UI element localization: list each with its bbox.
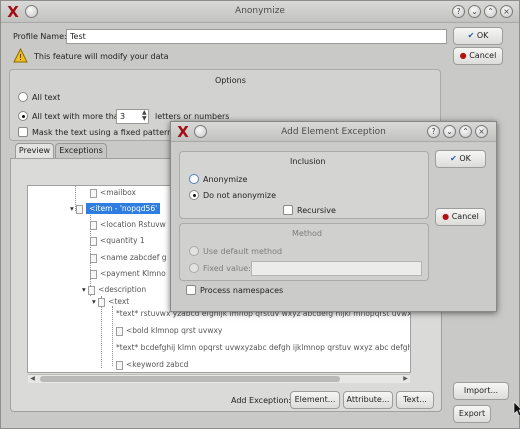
- tree-row[interactable]: <payment Klmno: [90, 265, 166, 282]
- anonymize-label: Anonymize: [203, 175, 248, 184]
- maximize-icon[interactable]: ⌃: [484, 5, 497, 18]
- recursive-label: Recursive: [297, 206, 336, 215]
- tree-row-label: <bold klmnop qrst uvwxy: [126, 326, 223, 335]
- more-than-label: All text with more than: [32, 112, 124, 121]
- tree-guide: [112, 306, 113, 366]
- tree-row[interactable]: <quantity 1: [90, 232, 145, 249]
- dialog-title-bar[interactable]: X Add Element Exception ? ⌄ ⌃ ×: [171, 122, 496, 142]
- tree-row[interactable]: <keyword zabcd: [116, 356, 189, 372]
- export-button[interactable]: Export: [453, 405, 491, 423]
- all-text-label: All text: [32, 93, 61, 102]
- tab-preview[interactable]: Preview: [15, 143, 54, 159]
- tree-row-label: <mailbox: [100, 188, 136, 197]
- help-icon[interactable]: ?: [452, 5, 465, 18]
- fixed-value-radio[interactable]: [189, 263, 199, 273]
- process-namespaces-checkbox[interactable]: [186, 285, 196, 295]
- letters-label: letters or numbers: [155, 112, 230, 121]
- text-button[interactable]: Text...: [396, 391, 434, 409]
- all-text-radio[interactable]: [18, 92, 28, 102]
- scroll-left-icon[interactable]: ◀: [28, 375, 37, 383]
- inclusion-title: Inclusion: [290, 157, 326, 166]
- cancel-label: Cancel: [469, 51, 497, 60]
- use-default-label: Use default method: [203, 247, 283, 256]
- node-icon: [76, 204, 84, 214]
- minimize-icon[interactable]: ⌄: [468, 5, 481, 18]
- tree-row[interactable]: <mailbox: [90, 186, 136, 201]
- spin-arrows-icon[interactable]: ▲ ▼: [142, 110, 147, 122]
- node-icon: [98, 297, 106, 307]
- node-icon: [90, 188, 97, 198]
- profile-name-input[interactable]: Test: [66, 29, 447, 44]
- minimize-icon[interactable]: ⌄: [443, 125, 456, 138]
- tree-row-label: <name zabcdef g: [100, 253, 167, 262]
- tab-preview-label: Preview: [18, 146, 51, 155]
- svg-text:!: !: [19, 53, 22, 62]
- tab-exceptions[interactable]: Exceptions: [55, 143, 107, 158]
- tree-row[interactable]: *text* bcdefghij klmn opqrst uvwxyzabc d…: [116, 339, 411, 356]
- mask-label: Mask the text using a fixed pattern: [32, 128, 173, 137]
- attribute-button[interactable]: Attribute...: [343, 391, 393, 409]
- mouse-cursor-icon: [513, 401, 520, 417]
- dialog-ok-label: OK: [459, 154, 471, 163]
- title-bar[interactable]: X Anonymize ? ⌄ ⌃ ×: [1, 1, 519, 23]
- cancel-button[interactable]: ● Cancel: [453, 47, 503, 65]
- dialog-ok-button[interactable]: ✔ OK: [435, 150, 486, 168]
- profile-name-label: Profile Name:: [13, 32, 67, 41]
- tree-row[interactable]: <location Rstuvw: [90, 216, 166, 233]
- ok-button[interactable]: ✔ OK: [453, 27, 503, 45]
- import-button[interactable]: Import...: [453, 382, 509, 400]
- tree-row-selected[interactable]: ▾ <item - 'nopqd56': [70, 200, 161, 217]
- do-not-anonymize-radio[interactable]: [189, 190, 199, 200]
- element-button[interactable]: Element...: [290, 391, 340, 409]
- tab-exceptions-label: Exceptions: [59, 146, 103, 155]
- more-than-radio[interactable]: [18, 111, 28, 121]
- add-exception-label: Add Exception:: [231, 396, 292, 405]
- options-title: Options: [215, 76, 246, 85]
- node-icon: [90, 220, 97, 230]
- tree-row[interactable]: <bold klmnop qrst uvwxy: [116, 322, 222, 339]
- add-element-exception-dialog: X Add Element Exception ? ⌄ ⌃ × Inclusio…: [170, 121, 497, 312]
- node-icon: [90, 253, 97, 263]
- horizontal-scrollbar[interactable]: ◀ ▶: [28, 374, 410, 383]
- dialog-cancel-label: Cancel: [451, 212, 479, 221]
- mask-checkbox[interactable]: [18, 127, 28, 137]
- node-icon: [116, 360, 123, 370]
- ok-label: OK: [476, 31, 489, 40]
- do-not-anonymize-label: Do not anonymize: [203, 191, 277, 200]
- use-default-radio[interactable]: [189, 246, 199, 256]
- node-icon: [116, 326, 123, 336]
- recursive-checkbox[interactable]: [283, 205, 293, 215]
- warning-icon: !: [13, 47, 28, 63]
- scroll-right-icon[interactable]: ▶: [401, 375, 410, 383]
- fixed-value-input[interactable]: [251, 261, 422, 276]
- fixed-value-label: Fixed value:: [203, 264, 251, 273]
- method-title: Method: [292, 229, 323, 238]
- dialog-cancel-button[interactable]: ● Cancel: [435, 208, 486, 226]
- window-title: Anonymize: [235, 6, 285, 16]
- scrollbar-thumb[interactable]: [40, 376, 340, 382]
- warning-text: This feature will modify your data: [34, 52, 169, 61]
- tree-row-label: <item - 'nopqd56': [86, 203, 161, 214]
- tree-row[interactable]: <name zabcdef g: [90, 249, 167, 266]
- maximize-icon[interactable]: ⌃: [459, 125, 472, 138]
- tree-row-label: <quantity 1: [100, 236, 145, 245]
- help-icon[interactable]: ?: [427, 125, 440, 138]
- node-icon: [90, 269, 97, 279]
- tree-row-label: <payment Klmno: [100, 269, 166, 278]
- close-icon[interactable]: ×: [500, 5, 513, 18]
- process-namespaces-label: Process namespaces: [200, 286, 284, 295]
- close-icon[interactable]: ×: [475, 125, 488, 138]
- anonymize-radio[interactable]: [189, 174, 199, 184]
- tree-row-label: *text* bcdefghij klmn opqrst uvwxyzabc d…: [116, 343, 411, 352]
- node-icon: [90, 236, 97, 246]
- tree-row-label: <keyword zabcd: [126, 360, 189, 369]
- tree-row-label: <location Rstuvw: [100, 220, 166, 229]
